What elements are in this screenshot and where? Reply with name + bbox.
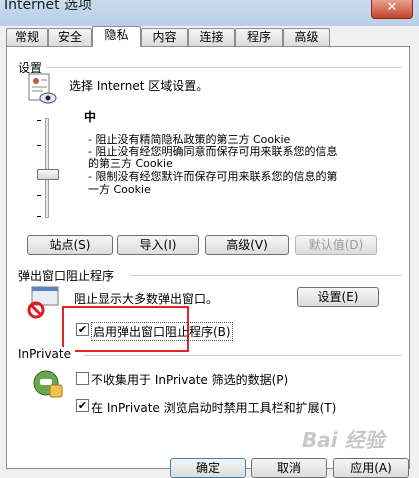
slider-tick (37, 120, 41, 121)
inprivate-filter-label[interactable]: 不收集用于 InPrivate 筛选的数据(P) (91, 371, 288, 388)
slider-tick (37, 145, 41, 146)
title-bar: Internet 选项 ✕ (0, 0, 419, 26)
window-title: Internet 选项 (4, 0, 93, 13)
advanced-button[interactable]: 高级(V) (205, 235, 289, 255)
default-button[interactable]: 默认值(D) (295, 235, 377, 255)
tab-advanced[interactable]: 高级 (283, 28, 330, 46)
tab-content[interactable]: 内容 (141, 28, 188, 46)
tab-programs[interactable]: 程序 (235, 28, 283, 46)
popup-blocker-icon (27, 286, 59, 319)
ok-button[interactable]: 确定 (170, 458, 246, 478)
popup-divider (130, 275, 402, 276)
settings-divider (44, 67, 402, 68)
popup-blocker-checkbox[interactable]: ✔ (76, 323, 89, 336)
close-button[interactable]: ✕ (371, 0, 413, 19)
inprivate-toolbar-label[interactable]: 在 InPrivate 浏览启动时禁用工具栏和扩展(T) (91, 399, 336, 416)
slider-tick (37, 216, 41, 217)
privacy-level: 中 (84, 110, 97, 124)
check-icon: ✔ (77, 399, 88, 412)
tab-security[interactable]: 安全 (48, 28, 92, 46)
inprivate-group-label: InPrivate (18, 347, 75, 361)
privacy-certificate-icon (28, 73, 57, 104)
watermark: Bai 经验 (302, 428, 385, 452)
inprivate-toolbar-checkbox[interactable]: ✔ (76, 399, 89, 412)
slider-tick (37, 195, 41, 196)
popup-settings-button[interactable]: 设置(E) (297, 287, 379, 307)
privacy-desc-line: 一方 Cookie (88, 183, 151, 196)
popup-group-label: 弹出窗口阻止程序 (18, 267, 119, 284)
inprivate-icon (33, 370, 63, 398)
privacy-slider-track[interactable] (45, 118, 49, 218)
inprivate-divider (84, 355, 402, 356)
tab-general[interactable]: 常规 (6, 28, 48, 46)
tab-connections[interactable]: 连接 (188, 28, 235, 46)
inprivate-filter-checkbox[interactable] (76, 372, 89, 385)
privacy-slider-thumb[interactable] (37, 169, 59, 180)
import-button[interactable]: 导入(I) (117, 235, 199, 255)
close-icon: ✕ (386, 0, 398, 15)
popup-description: 阻止显示大多数弹出窗口。 (74, 292, 219, 306)
settings-instruction: 选择 Internet 区域设置。 (69, 79, 209, 93)
tab-privacy[interactable]: 隐私 (92, 26, 141, 47)
cancel-button[interactable]: 取消 (251, 458, 327, 478)
apply-button[interactable]: 应用(A) (333, 458, 409, 478)
popup-blocker-label[interactable]: 启用弹出窗口阻止程序(B) (91, 322, 233, 341)
sites-button[interactable]: 站点(S) (27, 235, 113, 255)
check-icon: ✔ (77, 323, 88, 336)
